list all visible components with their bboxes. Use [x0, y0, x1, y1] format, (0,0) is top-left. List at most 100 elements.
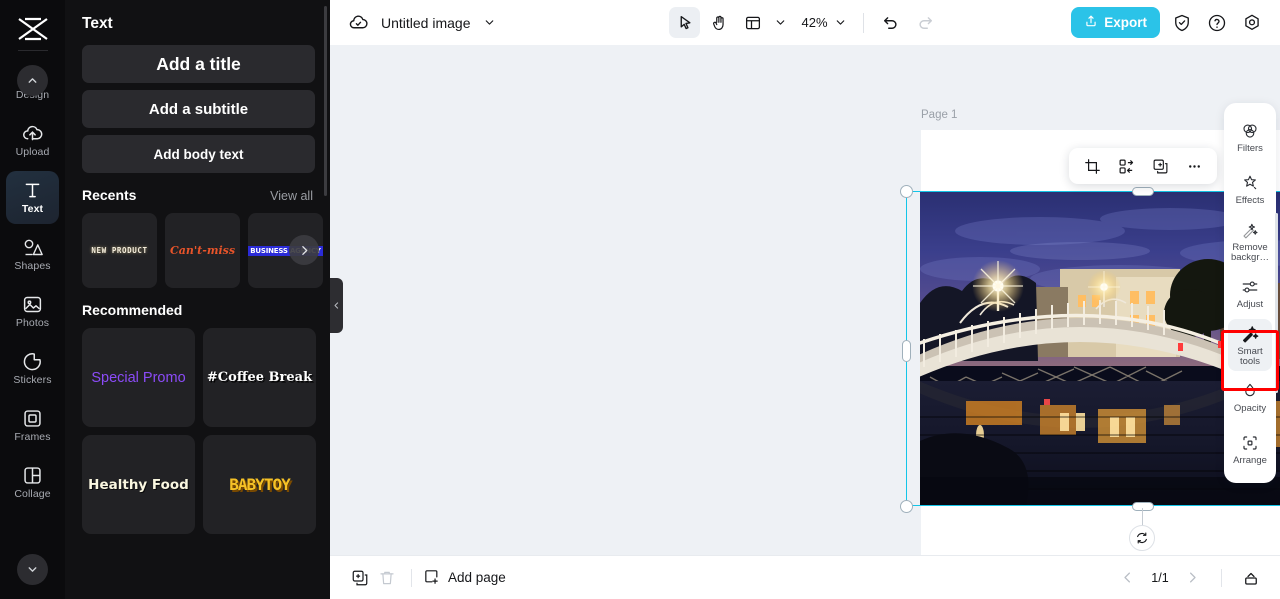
tool-label: Adjust [1237, 300, 1263, 310]
frame-icon [22, 407, 44, 429]
selection-handle-top-center[interactable] [1132, 187, 1154, 196]
sidebar-item-upload[interactable]: Upload [6, 114, 59, 167]
sidebar-item-shapes[interactable]: Shapes [6, 228, 59, 281]
document-title[interactable]: Untitled image [381, 15, 471, 31]
select-tool-button[interactable] [669, 7, 700, 38]
selection-handle-top-left[interactable] [900, 185, 913, 198]
tool-adjust[interactable]: Adjust [1228, 267, 1272, 319]
bottom-divider [1221, 569, 1222, 587]
sidebar-item-frames[interactable]: Frames [6, 399, 59, 452]
next-page-button[interactable] [1179, 564, 1206, 591]
rail-items: Design Upload Text Shapes [0, 53, 65, 509]
tool-label: Smart tools [1228, 347, 1272, 367]
help-question-icon[interactable] [1204, 10, 1230, 36]
recents-next-button[interactable] [289, 235, 319, 265]
recents-header: Recents View all [82, 187, 313, 203]
undo-button[interactable] [876, 7, 907, 38]
tool-effects[interactable]: Effects [1228, 163, 1272, 215]
prev-page-button[interactable] [1114, 564, 1141, 591]
tool-filters[interactable]: Filters [1228, 111, 1272, 163]
recent-item[interactable]: Can't-miss [165, 213, 240, 288]
recommended-item[interactable]: Healthy Food [82, 435, 195, 534]
shield-check-icon[interactable] [1169, 10, 1195, 36]
selection-handle-bottom-left[interactable] [900, 500, 913, 513]
top-toolbar: Untitled image 42% [330, 0, 1280, 45]
tool-arrange[interactable]: Arrange [1228, 423, 1272, 475]
add-title-button[interactable]: Add a title [82, 45, 315, 83]
recents-heading: Recents [82, 187, 136, 203]
redo-button[interactable] [910, 7, 941, 38]
recommended-header: Recommended [82, 302, 313, 318]
duplicate-page-icon[interactable] [346, 564, 373, 591]
capcut-logo-icon[interactable] [13, 12, 53, 46]
upload-cloud-icon [22, 122, 44, 144]
panel-collapse-handle[interactable] [330, 278, 343, 333]
recents-carousel: NEW PRODUCT Can't-miss BUSINESS AGENCY [82, 213, 313, 288]
sidebar-item-collage[interactable]: Collage [6, 456, 59, 509]
sticker-icon [22, 350, 44, 372]
replace-image-icon[interactable] [1112, 152, 1140, 180]
chevron-down-icon[interactable] [481, 14, 499, 32]
sidebar-item-label: Frames [14, 432, 50, 443]
export-button[interactable]: Export [1071, 7, 1160, 38]
rail-scroll-down-button[interactable] [17, 554, 48, 585]
add-page-label: Add page [448, 570, 506, 585]
pages-panel-icon[interactable] [1237, 564, 1264, 591]
cloud-saved-icon[interactable] [345, 10, 371, 36]
canvas-area[interactable]: Page 1 [330, 45, 1280, 555]
smart-tools-wand-icon [1240, 324, 1260, 344]
photo-icon [22, 293, 44, 315]
recommended-item[interactable]: Special Promo [82, 328, 195, 427]
tool-remove-background[interactable]: Remove backgr… [1228, 215, 1272, 267]
layout-caret-button[interactable] [771, 7, 789, 38]
page-indicator: 1/1 [1145, 571, 1175, 585]
crop-icon[interactable] [1078, 152, 1106, 180]
recent-item[interactable]: NEW PRODUCT [82, 213, 157, 288]
right-tools-rail: Filters Effects Remove backgr… [1224, 103, 1276, 483]
opacity-drop-icon [1240, 381, 1260, 401]
recents-view-all-link[interactable]: View all [270, 189, 313, 203]
hand-tool-button[interactable] [703, 7, 734, 38]
rail-divider [18, 50, 48, 51]
sidebar-item-label: Photos [16, 318, 49, 329]
recommended-item[interactable]: #Coffee Break [203, 328, 316, 427]
sidebar-item-photos[interactable]: Photos [6, 285, 59, 338]
bottom-bar: Add page 1/1 [330, 555, 1280, 599]
recommended-item[interactable]: BABYTOY [203, 435, 316, 534]
more-options-icon[interactable] [1180, 152, 1208, 180]
sidebar-item-stickers[interactable]: Stickers [6, 342, 59, 395]
main-area: Untitled image 42% [330, 0, 1280, 599]
duplicate-icon[interactable] [1146, 152, 1174, 180]
page-nav: 1/1 [1114, 564, 1264, 591]
right-tools-scrollbar[interactable] [1275, 213, 1278, 393]
tool-opacity[interactable]: Opacity [1228, 371, 1272, 423]
app-root: Design Upload Text Shapes [0, 0, 1280, 599]
delete-page-icon[interactable] [373, 564, 400, 591]
tool-label: Opacity [1234, 404, 1266, 414]
tool-label: Remove backgr… [1228, 243, 1272, 263]
add-subtitle-button[interactable]: Add a subtitle [82, 90, 315, 128]
tool-label: Effects [1236, 196, 1265, 206]
sidebar-item-text[interactable]: Text [6, 171, 59, 224]
rail-scroll-up-button[interactable] [17, 65, 48, 96]
tool-label: Filters [1237, 144, 1263, 154]
topbar-left: Untitled image [345, 10, 499, 36]
tool-label: Arrange [1233, 456, 1267, 466]
settings-gear-icon[interactable] [1239, 10, 1265, 36]
rotate-handle[interactable] [1129, 525, 1155, 551]
tool-smart-tools[interactable]: Smart tools [1228, 319, 1272, 371]
bottom-divider [411, 569, 412, 587]
sidebar-item-label: Stickers [13, 375, 51, 386]
sidebar-item-label: Collage [14, 489, 50, 500]
recent-item-label: Can't-miss [170, 244, 235, 257]
add-page-button[interactable]: Add page [423, 568, 506, 588]
toolbar-divider [863, 13, 864, 33]
layout-tool-button[interactable] [737, 7, 768, 38]
zoom-caret-button[interactable] [831, 7, 851, 38]
selection-handle-bottom-center[interactable] [1132, 502, 1154, 511]
add-body-text-button[interactable]: Add body text [82, 135, 315, 173]
add-page-icon [423, 568, 440, 588]
panel-scrollbar[interactable] [324, 6, 327, 196]
sidebar-item-label: Upload [16, 147, 50, 158]
selection-handle-middle-left[interactable] [902, 340, 911, 362]
